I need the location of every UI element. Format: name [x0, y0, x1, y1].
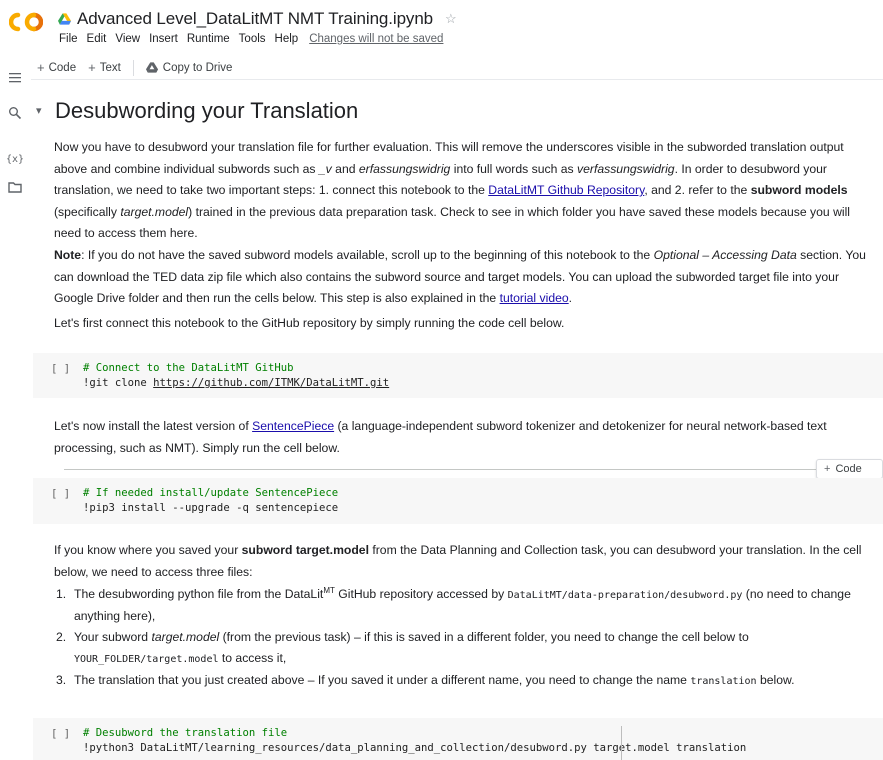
add-text-label: Text [99, 61, 121, 74]
menu-bar: File Edit View Insert Runtime Tools Help… [59, 33, 443, 45]
section-heading: Desubwording your Translation [55, 98, 359, 123]
insert-code-label: Code [835, 463, 862, 475]
menu-insert[interactable]: Insert [149, 33, 178, 45]
code-line: !git clone https://github.com/ITMK/DataL… [83, 377, 390, 389]
drive-icon [58, 13, 71, 25]
notebook-toolbar: + Code + Text Copy to Drive [31, 56, 883, 80]
left-rail: {x} [0, 54, 30, 760]
code-cell-clone[interactable]: [ ] # Connect to the DataLitMT GitHub !g… [33, 353, 883, 398]
search-icon[interactable] [8, 106, 22, 120]
menu-runtime[interactable]: Runtime [187, 33, 230, 45]
code-line: # Connect to the DataLitMT GitHub [83, 362, 294, 374]
copy-to-drive-label: Copy to Drive [162, 61, 233, 74]
menu-edit[interactable]: Edit [87, 33, 107, 45]
notebook-title[interactable]: Advanced Level_DataLitMT NMT Training.ip… [77, 9, 433, 29]
code-line: # Desubword the translation file [83, 727, 288, 739]
repo-url-link[interactable]: https://github.com/ITMK/DataLitMT.git [153, 377, 389, 389]
intro-paragraph: Now you have to desubword your translati… [54, 140, 851, 240]
plus-icon: + [824, 463, 831, 475]
file-list: 1. The desubwording python file from the… [54, 584, 876, 692]
run-cell-button[interactable]: [ ] [51, 727, 70, 742]
code-line: !python3 DataLitMT/learning_resources/da… [83, 742, 747, 754]
list-item: 2. Your subword target.model (from the p… [56, 630, 749, 665]
menu-view[interactable]: View [115, 33, 140, 45]
code-line: !pip3 install --upgrade -q sentencepiece [83, 502, 339, 514]
run-cell-button[interactable]: [ ] [51, 487, 70, 502]
note-paragraph: Note: If you do not have the saved subwo… [54, 248, 866, 305]
toolbar-divider [132, 59, 134, 76]
list-item: 1. The desubwording python file from the… [56, 585, 851, 623]
text-cursor [621, 726, 622, 760]
tutorial-video-link[interactable]: tutorial video [500, 291, 569, 305]
sentencepiece-paragraph: Let's now install the latest version of … [54, 419, 827, 455]
variables-icon[interactable]: {x} [6, 152, 24, 166]
run-cell-button[interactable]: [ ] [51, 362, 70, 377]
plus-icon: + [37, 60, 45, 75]
add-code-label: Code [48, 61, 77, 74]
menu-tools[interactable]: Tools [239, 33, 266, 45]
code-line: # If needed install/update SentencePiece [83, 487, 339, 499]
drive-icon [145, 62, 158, 73]
collapse-section-icon[interactable]: ▾ [36, 104, 42, 117]
files-icon[interactable] [8, 180, 22, 194]
list-item: 3. The translation that you just created… [56, 673, 795, 687]
code-cell-install[interactable]: [ ] # If needed install/update SentenceP… [33, 478, 883, 524]
code-cell-desubword[interactable]: [ ] # Desubword the translation file !py… [33, 718, 883, 760]
desubword-paragraph: If you know where you saved your subword… [54, 543, 862, 579]
star-icon[interactable]: ☆ [445, 11, 457, 27]
insert-code-cell-button[interactable]: + Code [816, 459, 883, 479]
table-of-contents-icon[interactable] [8, 71, 22, 85]
sentencepiece-link[interactable]: SentencePiece [252, 419, 334, 433]
cell-divider [64, 469, 819, 470]
add-code-button[interactable]: + Code [31, 60, 82, 75]
title-row: Advanced Level_DataLitMT NMT Training.ip… [58, 9, 457, 29]
add-text-button[interactable]: + Text [82, 60, 127, 75]
unsaved-changes-link[interactable]: Changes will not be saved [309, 33, 443, 45]
menu-file[interactable]: File [59, 33, 78, 45]
colab-logo[interactable] [9, 12, 43, 32]
datalitmt-repo-link[interactable]: DataLitMT Github Repository [488, 183, 644, 197]
copy-to-drive-button[interactable]: Copy to Drive [140, 62, 239, 74]
menu-help[interactable]: Help [275, 33, 299, 45]
connect-paragraph: Let's first connect this notebook to the… [54, 316, 565, 330]
plus-icon: + [88, 60, 96, 75]
